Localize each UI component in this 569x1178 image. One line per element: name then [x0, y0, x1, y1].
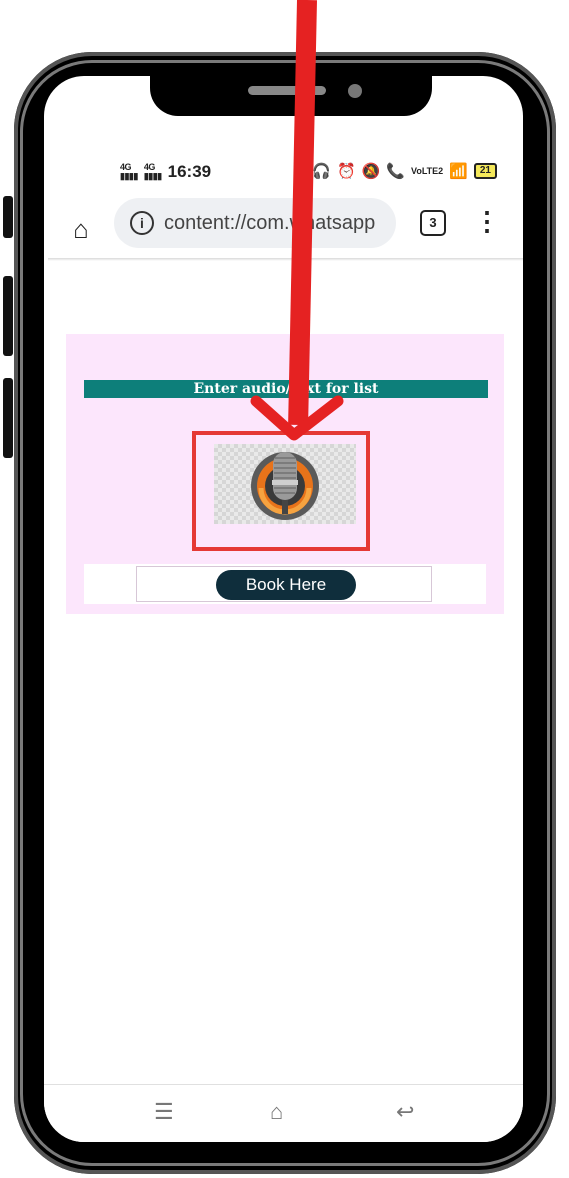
status-bar: 4G ▮▮▮▮ 4G ▮▮▮▮ 16:39 🎧 ⏰ 🔕 📞 VoLTE2 📶 2…: [44, 162, 523, 186]
status-time: 16:39: [167, 162, 212, 181]
annotation-arrow-head: [250, 395, 344, 441]
front-camera: [348, 84, 362, 98]
signal-icon-2: 4G ▮▮▮▮: [143, 162, 162, 181]
toolbar-divider: [48, 258, 523, 261]
url-text[interactable]: content://com.whatsapp: [164, 212, 375, 235]
battery-icon: 21: [473, 163, 497, 179]
system-nav-bar: ☰ ⌂ ↩: [44, 1084, 523, 1142]
volte-icon: VoLTE2: [411, 165, 444, 176]
headphones-icon: 🎧: [312, 163, 331, 180]
phone-notch: [150, 76, 432, 116]
home-icon[interactable]: ⌂: [64, 212, 98, 246]
recent-apps-icon[interactable]: ☰: [154, 1099, 174, 1125]
phone-side-button: [3, 196, 13, 238]
highlight-box: [192, 431, 370, 551]
wifi-icon: 📶: [449, 163, 468, 180]
tab-switcher-button[interactable]: 3: [420, 210, 446, 236]
back-icon[interactable]: ↩: [396, 1099, 414, 1125]
address-bar[interactable]: i content://com.whatsapp: [114, 198, 396, 248]
phone-volume-down: [3, 378, 13, 458]
system-home-icon[interactable]: ⌂: [270, 1099, 283, 1125]
info-icon[interactable]: i: [130, 211, 154, 235]
phone-volume-up: [3, 276, 13, 356]
signal-icon-1: 4G ▮▮▮▮: [120, 162, 138, 181]
browser-toolbar: ⌂ i content://com.whatsapp 3 ⋮: [44, 198, 523, 262]
wifi-call-icon: 📞: [386, 163, 406, 180]
alarm-icon: ⏰: [336, 163, 356, 180]
book-here-button[interactable]: Book Here: [216, 570, 356, 600]
mute-icon: 🔕: [361, 163, 381, 180]
overflow-menu-icon[interactable]: ⋮: [474, 206, 500, 236]
phone-screen: 4G ▮▮▮▮ 4G ▮▮▮▮ 16:39 🎧 ⏰ 🔕 📞 VoLTE2 📶 2…: [44, 76, 523, 1142]
